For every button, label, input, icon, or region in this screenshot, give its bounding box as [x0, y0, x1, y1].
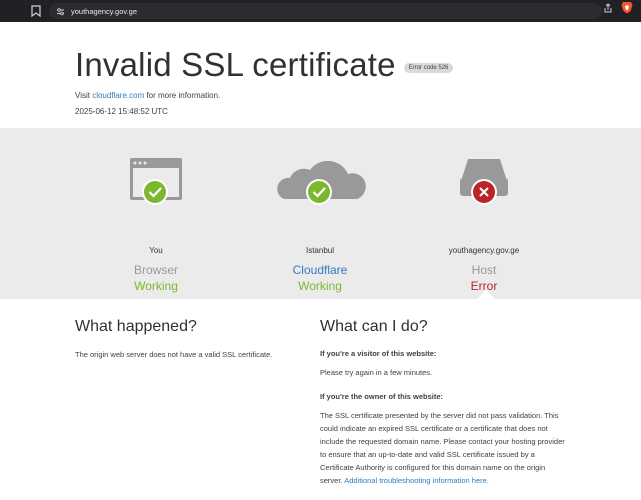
node-browser: You Browser Working: [76, 128, 236, 293]
error-header: Invalid SSL certificate Error code 526 V…: [0, 22, 641, 128]
owner-text: The SSL certificate presented by the ser…: [320, 411, 565, 485]
node-status: Working: [134, 279, 178, 293]
node-role: Browser: [133, 263, 178, 277]
site-info-icon[interactable]: [55, 6, 65, 16]
error-code-badge: Error code 526: [403, 63, 454, 73]
what-happened-text: The origin web server does not have a va…: [75, 350, 273, 359]
cloudflare-link[interactable]: cloudflare.com: [92, 91, 144, 100]
page-title: Invalid SSL certificate: [75, 46, 396, 83]
browser-toolbar: youthagency.gov.ge: [0, 0, 641, 22]
address-bar[interactable]: youthagency.gov.ge: [49, 3, 602, 19]
node-role: Host: [471, 263, 497, 277]
share-icon[interactable]: [603, 3, 613, 13]
url-text[interactable]: youthagency.gov.ge: [71, 7, 137, 16]
visitor-text: Please try again in a few minutes.: [320, 368, 433, 377]
visitor-heading: If you're a visitor of this website:: [320, 349, 437, 358]
bookmark-icon[interactable]: [31, 5, 41, 17]
node-host: youthagency.gov.ge Host Error: [404, 128, 564, 293]
troubleshooting-link[interactable]: Additional troubleshooting information h…: [344, 476, 489, 485]
timestamp: 2025-06-12 15:48:52 UTC: [75, 107, 168, 116]
cloud-icon: [240, 156, 400, 216]
node-cloudflare: Istanbul Cloudflare Working: [240, 128, 400, 293]
owner-heading: If you're the owner of this website:: [320, 392, 444, 401]
what-happened-heading: What happened?: [75, 318, 197, 335]
what-can-i-do: What can I do? If you're a visitor of th…: [320, 318, 565, 487]
browser-icon: [76, 156, 236, 216]
node-location: Istanbul: [305, 246, 335, 255]
server-icon: [404, 156, 564, 216]
what-can-i-do-heading: What can I do?: [320, 318, 428, 335]
brave-shield-icon[interactable]: [621, 1, 633, 14]
visit-line: Visit cloudflare.com for more informatio…: [75, 91, 221, 100]
explanation-section: What happened? The origin web server doe…: [0, 299, 641, 500]
node-location: You: [149, 246, 163, 255]
status-diagram: You Browser Working Istanbul Cloudflare …: [0, 128, 641, 300]
what-happened: What happened? The origin web server doe…: [75, 318, 305, 360]
node-status: Working: [298, 279, 342, 293]
cloudflare-role-link[interactable]: Cloudflare: [240, 263, 400, 277]
node-location: youthagency.gov.ge: [448, 246, 520, 255]
